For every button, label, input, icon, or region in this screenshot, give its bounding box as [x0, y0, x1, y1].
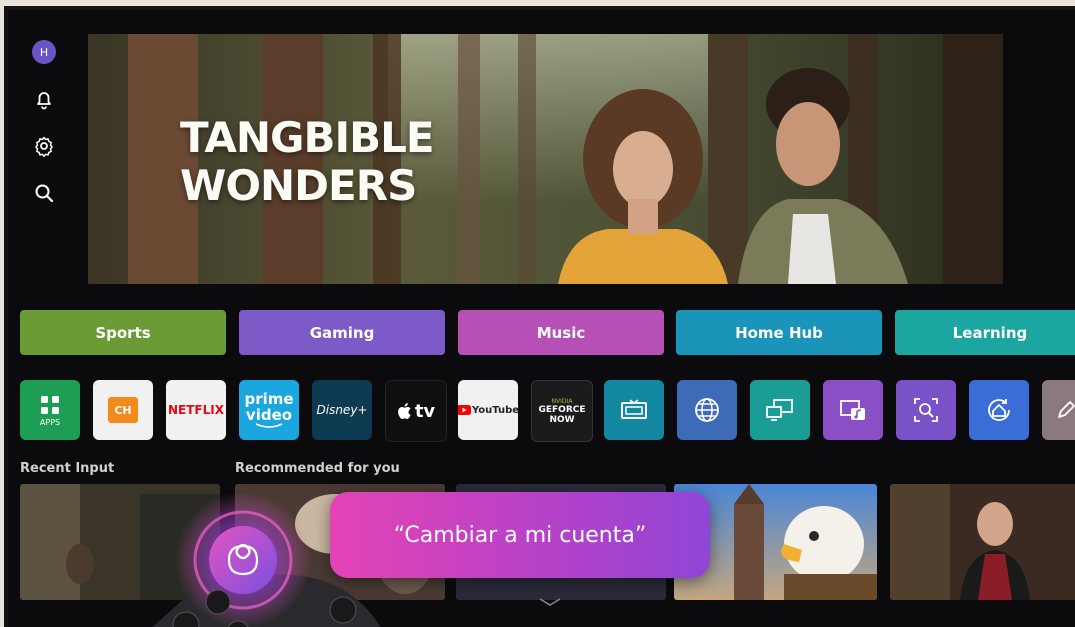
- app-tile-web-browser[interactable]: [677, 380, 737, 440]
- globe-icon: [695, 398, 719, 422]
- youtube-label: YouTube: [471, 404, 518, 416]
- geforce-line1: NVIDIA: [551, 397, 573, 405]
- thumbnail-image: [890, 484, 1075, 600]
- hero-edge: [1003, 34, 1075, 284]
- hero-banner[interactable]: TANGBIBLE WONDERS: [88, 34, 1003, 284]
- ch-logo: CH: [108, 397, 138, 423]
- netflix-logo: NETFLIX: [168, 403, 224, 417]
- geforce-line2: GEFORCE: [538, 404, 586, 415]
- app-tile-geforce-now[interactable]: NVIDIA GEFORCE NOW: [531, 380, 593, 442]
- app-tile-disney-plus[interactable]: Disney+: [312, 380, 372, 440]
- app-tile-netflix[interactable]: NETFLIX: [166, 380, 226, 440]
- hero-title-line2: WONDERS: [180, 161, 417, 210]
- youtube-play-icon: [458, 405, 471, 415]
- home-sync-icon: [988, 399, 1010, 421]
- recommended-thumbnail-4[interactable]: [890, 484, 1075, 600]
- screen-share-icon: [766, 399, 793, 421]
- chevron-down-icon[interactable]: [536, 596, 564, 608]
- left-rail: H: [26, 40, 70, 205]
- magic-remote: [152, 492, 381, 627]
- scan-search-icon: [914, 398, 938, 422]
- gear-icon[interactable]: [32, 134, 56, 158]
- section-recent-input: Recent Input: [20, 461, 115, 476]
- tv-icon: [621, 399, 647, 419]
- category-row: Sports Gaming Music Home Hub Learning: [20, 310, 1075, 356]
- app-tile-apps[interactable]: APPS: [20, 380, 80, 440]
- prime-logo-line1: prime: [244, 389, 294, 408]
- app-tile-youtube[interactable]: YouTube: [458, 380, 518, 440]
- category-music[interactable]: Music: [458, 310, 664, 355]
- appletv-label: tv: [414, 400, 436, 422]
- search-icon[interactable]: [32, 181, 56, 205]
- app-tile-screen-share[interactable]: [750, 380, 810, 440]
- app-tile-media-player[interactable]: [823, 380, 883, 440]
- app-tile-prime-video[interactable]: prime video: [239, 380, 299, 440]
- apple-icon: [397, 403, 411, 419]
- smile-icon: [255, 422, 283, 428]
- prime-logo-line2: video: [245, 405, 293, 424]
- category-sports[interactable]: Sports: [20, 310, 226, 355]
- apps-label: APPS: [39, 417, 61, 427]
- media-icon: [840, 400, 865, 420]
- app-tile-home-dashboard[interactable]: [969, 380, 1029, 440]
- app-row: APPS CH NETFLIX prime video Disney+ tv Y…: [20, 380, 1075, 442]
- profile-avatar[interactable]: H: [32, 40, 56, 64]
- category-gaming[interactable]: Gaming: [239, 310, 445, 355]
- hero-title: TANGBIBLE WONDERS: [180, 114, 440, 210]
- disney-logo: Disney+: [316, 403, 368, 417]
- section-recommended: Recommended for you: [235, 461, 400, 476]
- app-tile-live-tv[interactable]: [604, 380, 664, 440]
- category-home-hub[interactable]: Home Hub: [676, 310, 882, 355]
- app-tile-edit[interactable]: [1042, 380, 1075, 440]
- hero-title-line1: TANGBIBLE: [180, 113, 435, 162]
- app-tile-channels[interactable]: CH: [93, 380, 153, 440]
- pencil-icon: [1058, 401, 1075, 418]
- bell-icon[interactable]: [32, 87, 56, 111]
- category-learning[interactable]: Learning: [895, 310, 1075, 355]
- grid-icon: [41, 395, 59, 414]
- app-tile-search[interactable]: [896, 380, 956, 440]
- app-tile-apple-tv[interactable]: tv: [385, 380, 447, 442]
- geforce-line3: NOW: [549, 414, 575, 425]
- tv-screen: H TANGBIBLE WONDERS Sports Gaming Music …: [4, 6, 1075, 627]
